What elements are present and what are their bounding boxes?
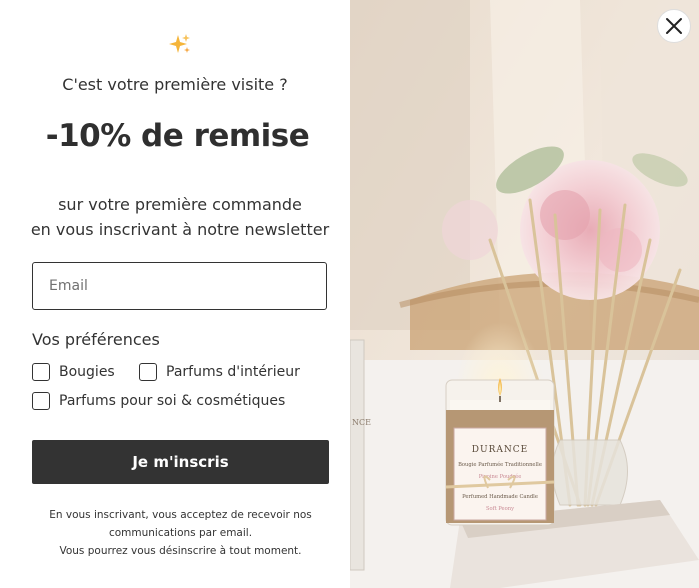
visit-question: C'est votre première visite ? xyxy=(62,75,288,94)
label-line-3: Perfumed Handmade Candle xyxy=(462,494,538,500)
preference-option-parfums-soi[interactable]: Parfums pour soi & cosmétiques xyxy=(32,392,285,410)
preference-option-parfums-interieur[interactable]: Parfums d'intérieur xyxy=(139,363,300,381)
preferences-title: Vos préférences xyxy=(32,330,160,349)
subscribe-button[interactable]: Je m'inscris xyxy=(32,440,329,484)
preference-option-bougies[interactable]: Bougies xyxy=(32,363,115,381)
legal-line-2: communications par email. xyxy=(108,527,253,539)
offer-description: sur votre première commande en vous insc… xyxy=(0,192,360,242)
checkbox-label: Bougies xyxy=(59,364,115,380)
product-photo: NCE DURANCE Bougie Parfumée Traditionnel… xyxy=(350,0,699,588)
email-field[interactable] xyxy=(32,262,327,310)
legal-notice: En vous inscrivant, vous acceptez de rec… xyxy=(32,506,329,560)
discount-title: -10% de remise xyxy=(45,118,310,154)
checkbox-label: Parfums pour soi & cosmétiques xyxy=(59,393,286,409)
label-line-4: Soft Peony xyxy=(486,506,514,512)
checkbox[interactable] xyxy=(139,363,157,381)
offer-line-1: sur votre première commande xyxy=(58,195,302,214)
close-button[interactable] xyxy=(657,9,691,43)
newsletter-popup: C'est votre première visite ? -10% de re… xyxy=(0,0,699,588)
checkbox-label: Parfums d'intérieur xyxy=(166,364,300,380)
legal-line-1: En vous inscrivant, vous acceptez de rec… xyxy=(49,509,312,521)
candle-diffuser-image: NCE DURANCE Bougie Parfumée Traditionnel… xyxy=(350,0,699,588)
sparkles-icon xyxy=(169,34,190,53)
offer-line-2: en vous inscrivant à notre newsletter xyxy=(30,220,330,239)
svg-text:NCE: NCE xyxy=(352,418,371,427)
legal-line-3: Vous pourrez vous désinscrire à tout mom… xyxy=(59,545,302,557)
close-icon xyxy=(666,18,682,34)
label-line-1: Bougie Parfumée Traditionnelle xyxy=(458,461,542,468)
checkbox[interactable] xyxy=(32,392,50,410)
signup-panel: C'est votre première visite ? -10% de re… xyxy=(0,0,350,588)
brand-label: DURANCE xyxy=(472,445,528,455)
checkbox[interactable] xyxy=(32,363,50,381)
